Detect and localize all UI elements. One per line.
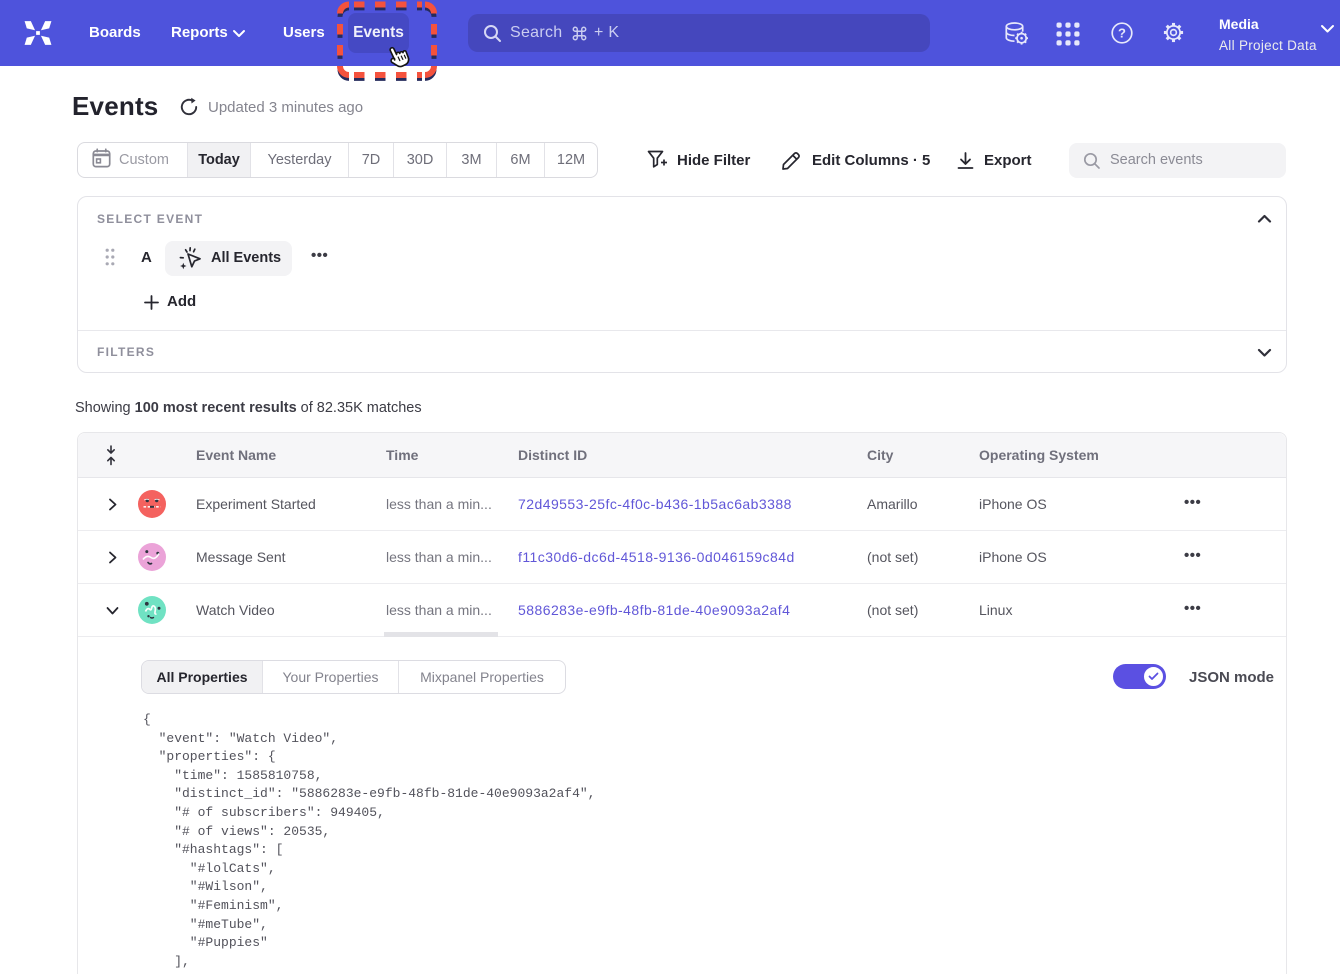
svg-text:?: ?	[1118, 26, 1126, 41]
